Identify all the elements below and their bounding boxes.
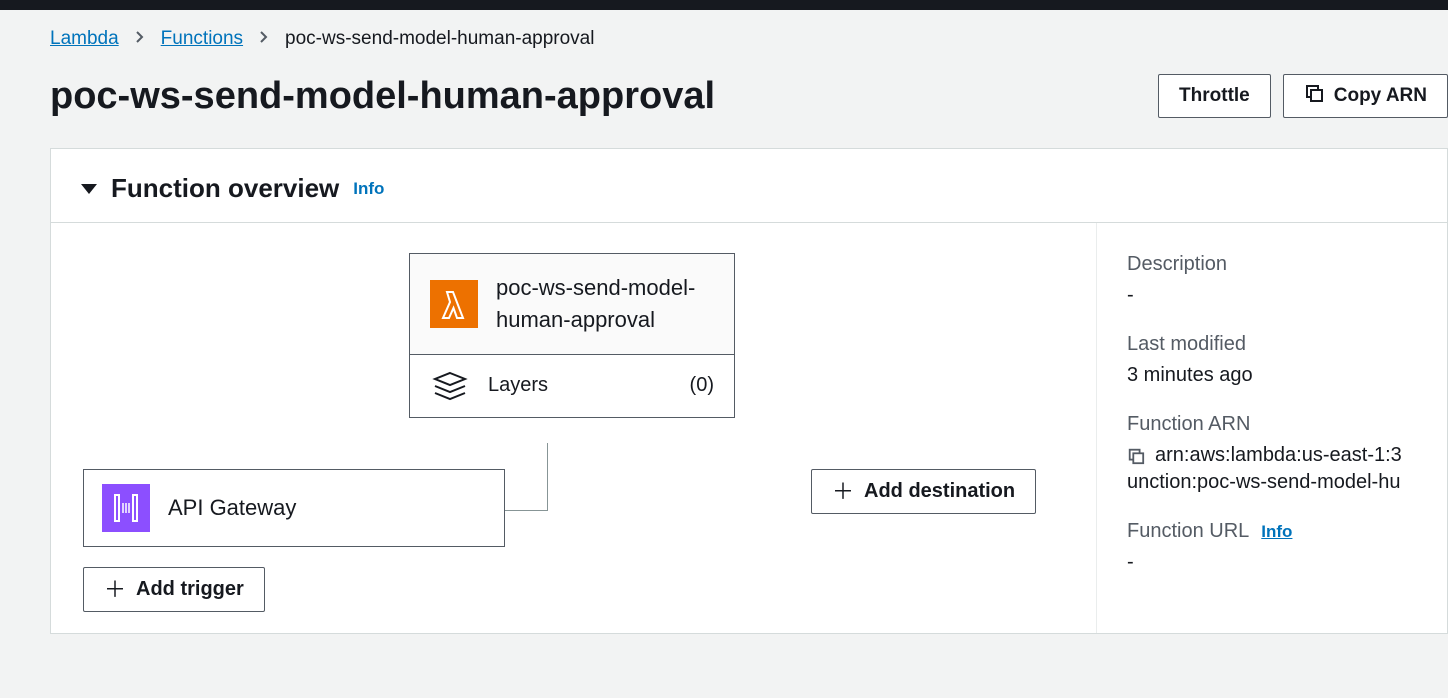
throttle-button[interactable]: Throttle xyxy=(1158,74,1271,118)
main-content: Lambda Functions poc-ws-send-model-human… xyxy=(0,10,1448,634)
trigger-api-gateway[interactable]: API Gateway xyxy=(83,469,505,547)
function-url-info[interactable]: Info xyxy=(1261,522,1292,542)
description-label: Description xyxy=(1127,253,1427,276)
layers-row[interactable]: Layers (0) xyxy=(410,354,734,417)
chevron-right-icon xyxy=(135,30,145,49)
panel-body: poc-ws-send-model-human-approval Layers … xyxy=(51,223,1447,633)
copy-icon xyxy=(1304,83,1324,109)
function-name: poc-ws-send-model-human-approval xyxy=(496,272,714,336)
header-row: poc-ws-send-model-human-approval Throttl… xyxy=(50,74,1448,118)
function-arn-label: Function ARN xyxy=(1127,413,1427,436)
copy-icon[interactable] xyxy=(1127,447,1145,471)
add-trigger-button[interactable]: ＋ Add trigger xyxy=(83,567,265,612)
panel-header[interactable]: Function overview Info xyxy=(51,149,1447,223)
description-value: - xyxy=(1127,284,1427,307)
breadcrumb-functions[interactable]: Functions xyxy=(161,28,243,50)
function-url-label: Function URL xyxy=(1127,520,1249,543)
api-gateway-icon xyxy=(102,484,150,532)
layers-label: Layers xyxy=(488,374,672,397)
info-link[interactable]: Info xyxy=(353,179,384,199)
last-modified-label: Last modified xyxy=(1127,333,1427,356)
function-box[interactable]: poc-ws-send-model-human-approval Layers … xyxy=(409,253,735,418)
add-destination-button[interactable]: ＋ Add destination xyxy=(811,469,1036,514)
function-url-label-row: Function URL Info xyxy=(1127,520,1427,543)
copy-arn-button[interactable]: Copy ARN xyxy=(1283,74,1448,118)
function-url-value: - xyxy=(1127,551,1427,574)
plus-icon: ＋ xyxy=(104,579,126,601)
panel-title: Function overview xyxy=(111,173,339,204)
function-overview-panel: Function overview Info poc-ws-send-model… xyxy=(50,148,1448,634)
copy-arn-label: Copy ARN xyxy=(1334,85,1427,107)
breadcrumb-lambda[interactable]: Lambda xyxy=(50,28,119,50)
arn-text-line1: arn:aws:lambda:us-east-1:3 xyxy=(1155,444,1402,467)
breadcrumb-current: poc-ws-send-model-human-approval xyxy=(285,28,594,50)
function-box-main: poc-ws-send-model-human-approval xyxy=(410,254,734,354)
function-arn-value: arn:aws:lambda:us-east-1:3 unction:poc-w… xyxy=(1127,444,1427,494)
add-trigger-label: Add trigger xyxy=(136,578,244,601)
layers-icon xyxy=(430,369,470,403)
plus-icon: ＋ xyxy=(832,481,854,503)
last-modified-value: 3 minutes ago xyxy=(1127,364,1427,387)
connector-horizontal xyxy=(505,510,547,511)
header-actions: Throttle Copy ARN xyxy=(1158,74,1448,118)
lambda-icon xyxy=(430,280,478,328)
throttle-label: Throttle xyxy=(1179,85,1250,107)
page-title: poc-ws-send-model-human-approval xyxy=(50,75,715,118)
chevron-right-icon xyxy=(259,30,269,49)
breadcrumb: Lambda Functions poc-ws-send-model-human… xyxy=(50,28,1448,50)
diagram-area: poc-ws-send-model-human-approval Layers … xyxy=(51,223,1097,633)
caret-down-icon xyxy=(81,184,97,194)
meta-panel: Description - Last modified 3 minutes ag… xyxy=(1097,223,1447,633)
connector-vertical xyxy=(547,443,548,511)
top-nav-bar xyxy=(0,0,1448,10)
layers-count: (0) xyxy=(690,374,714,397)
trigger-label: API Gateway xyxy=(168,495,296,521)
arn-text-line2: unction:poc-ws-send-model-hu xyxy=(1127,471,1427,494)
add-destination-label: Add destination xyxy=(864,480,1015,503)
